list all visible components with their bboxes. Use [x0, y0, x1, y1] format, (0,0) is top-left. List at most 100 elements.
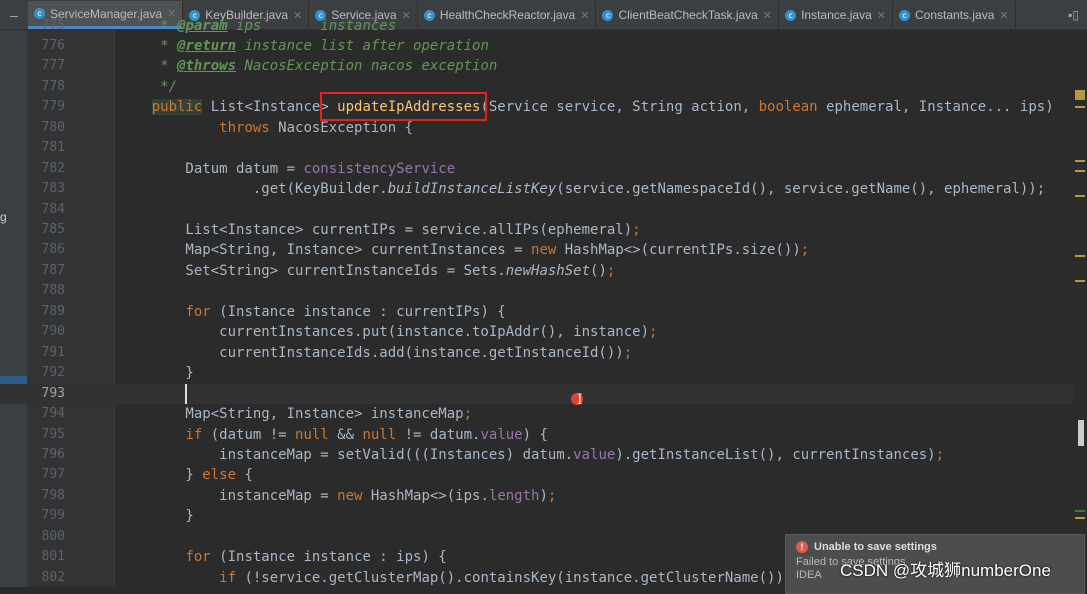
ibeam-cursor-icon: I — [577, 392, 583, 408]
code-line[interactable]: 795 if (datum != null && null != datum.v… — [0, 425, 1087, 445]
code-text: * @return instance list after operation — [118, 36, 489, 56]
code-token: (!service.getClusterMap().containsKey(in… — [236, 569, 784, 586]
code-text: instanceMap = new HashMap<>(ips.length); — [118, 486, 556, 506]
code-token: for — [185, 549, 211, 566]
line-number: 781 — [41, 140, 65, 156]
code-line[interactable]: 794 Map<String, Instance> instanceMap; — [0, 404, 1087, 424]
code-line[interactable]: 783 .get(KeyBuilder.buildInstanceListKey… — [0, 179, 1087, 199]
code-token: currentInstances.put(instance.toIpAddr()… — [118, 324, 650, 341]
code-token: (service.getNamespaceId(), service.getNa… — [556, 181, 1046, 198]
code-token: */ — [118, 78, 178, 95]
code-line[interactable]: 788 — [0, 281, 1087, 301]
watermark: CSDN @攻城狮numberOne — [840, 561, 1051, 580]
code-token: ; — [935, 446, 945, 463]
code-token: ) { — [522, 426, 548, 443]
code-token: ) — [539, 487, 548, 504]
code-token: List<Instance> currentIPs = service.allI… — [118, 222, 633, 238]
code-token: instance list after operation — [236, 37, 489, 54]
code-line[interactable]: 784 — [0, 200, 1087, 220]
code-text: for (Instance instance : ips) { — [118, 547, 447, 567]
line-number: 801 — [41, 549, 65, 565]
code-token: { — [236, 467, 253, 484]
code-token: if — [185, 426, 203, 443]
code-token: (datum != — [202, 426, 296, 443]
code-token: * — [118, 37, 178, 54]
scrollbar-thumb[interactable] — [1078, 420, 1084, 446]
code-token: (Instance instance : ips) { — [210, 549, 447, 566]
code-line[interactable]: 781 — [0, 138, 1087, 158]
code-line[interactable]: 779 public List<Instance> updateIpAddres… — [0, 97, 1087, 117]
code-token: @return — [177, 37, 237, 54]
code-line[interactable]: 799 } — [0, 506, 1087, 526]
code-text: Datum datum = consistencyService — [118, 159, 455, 179]
code-token: != datum. — [396, 426, 481, 443]
code-token: Map<String, Instance> currentInstances = — [118, 242, 532, 259]
code-line[interactable]: 785 List<Instance> currentIPs = service.… — [0, 220, 1087, 240]
line-number: 789 — [41, 303, 65, 319]
code-token: (Service service, String action, — [480, 99, 759, 116]
code-text: } else { — [118, 465, 253, 485]
code-line[interactable]: 782 Datum datum = consistencyService — [0, 159, 1087, 179]
code-token: * — [118, 17, 178, 34]
line-number: 782 — [41, 160, 65, 176]
code-text: if (datum != null && null != datum.value… — [118, 425, 548, 445]
code-line[interactable]: 787 Set<String> currentInstanceIds = Set… — [0, 261, 1087, 281]
code-text: .get(KeyBuilder.buildInstanceListKey(ser… — [118, 179, 1045, 199]
code-token: newHashSet — [505, 262, 591, 279]
editor-scrollbar[interactable] — [1073, 30, 1087, 587]
code-token: length — [488, 487, 540, 504]
line-number: 776 — [41, 37, 65, 53]
code-line[interactable]: 791 currentInstanceIds.add(instance.getI… — [0, 343, 1087, 363]
line-number: 790 — [41, 324, 65, 340]
code-token: ; — [649, 324, 658, 341]
line-number: 794 — [41, 406, 65, 422]
code-line[interactable]: 790 currentInstances.put(instance.toIpAd… — [0, 322, 1087, 342]
line-number: 780 — [41, 119, 65, 135]
code-line[interactable]: 786 Map<String, Instance> currentInstanc… — [0, 240, 1087, 260]
code-token: } — [118, 365, 194, 382]
code-text: currentInstanceIds.add(instance.getInsta… — [118, 343, 632, 363]
code-token: instanceMap = — [118, 487, 338, 504]
code-token: ; — [800, 242, 810, 259]
code-line[interactable]: 776 * @return instance list after operat… — [0, 36, 1087, 56]
line-number: 799 — [41, 508, 65, 524]
code-line[interactable]: 798 instanceMap = new HashMap<>(ips.leng… — [0, 486, 1087, 506]
line-number: 788 — [41, 283, 65, 299]
line-number: 795 — [41, 426, 65, 442]
code-token: () — [590, 262, 607, 279]
line-number: 797 — [41, 467, 65, 483]
line-number: 775 — [41, 17, 65, 33]
code-line[interactable]: 792 } — [0, 363, 1087, 383]
code-token: * — [118, 58, 178, 75]
code-token: else — [202, 467, 237, 484]
code-line[interactable]: 793 — [0, 383, 1087, 405]
code-token: ; — [623, 344, 633, 361]
code-token: NacosException { — [269, 119, 414, 136]
code-token: ips instances — [227, 17, 397, 34]
line-number: 796 — [41, 446, 65, 462]
code-line[interactable]: 778 */ — [0, 77, 1087, 97]
line-number: 778 — [41, 78, 65, 94]
code-line[interactable]: 796 instanceMap = setValid(((Instances) … — [0, 445, 1087, 465]
code-line[interactable]: 780 throws NacosException { — [0, 118, 1087, 138]
code-token: HashMap<>(ips. — [362, 487, 489, 504]
line-number: 792 — [41, 365, 65, 381]
code-line[interactable]: 789 for (Instance instance : currentIPs)… — [0, 302, 1087, 322]
code-line[interactable]: 777 * @throws NacosException nacos excep… — [0, 56, 1087, 76]
code-text: Map<String, Instance> currentInstances =… — [118, 240, 809, 260]
code-token: null — [362, 426, 397, 443]
code-token: ; — [547, 487, 557, 504]
line-number: 779 — [41, 99, 65, 115]
code-text: for (Instance instance : currentIPs) { — [118, 302, 505, 322]
code-token: ; — [632, 222, 641, 238]
code-token: boolean — [758, 99, 818, 116]
code-token: ephemeral, Instance... ips) — [817, 99, 1054, 116]
code-line[interactable]: 775 * @param ips instances — [0, 16, 1087, 36]
code-line[interactable]: 797 } else { — [0, 465, 1087, 485]
line-number: 800 — [41, 528, 65, 544]
